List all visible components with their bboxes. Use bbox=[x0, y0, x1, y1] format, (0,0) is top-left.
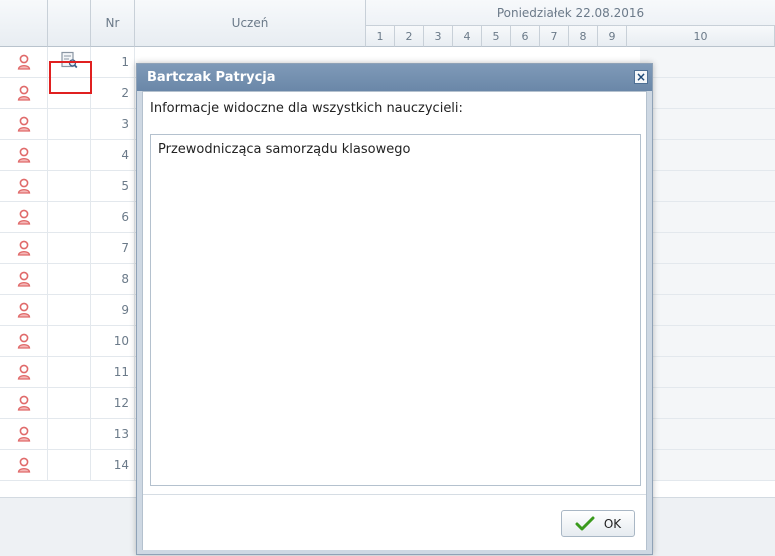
student-icon-cell bbox=[0, 202, 48, 232]
student-icon-cell bbox=[0, 171, 48, 201]
checkmark-icon bbox=[575, 516, 595, 530]
row-number: 9 bbox=[91, 295, 135, 325]
person-icon[interactable] bbox=[17, 85, 31, 101]
lesson-cells bbox=[640, 47, 775, 77]
lesson-header-3: 3 bbox=[424, 26, 453, 47]
person-icon[interactable] bbox=[17, 333, 31, 349]
lesson-cells bbox=[640, 295, 775, 325]
header-nr: Nr bbox=[91, 0, 135, 47]
info-cell bbox=[48, 233, 91, 263]
person-icon[interactable] bbox=[17, 147, 31, 163]
row-number: 8 bbox=[91, 264, 135, 294]
header-info-column bbox=[48, 0, 91, 47]
row-number: 11 bbox=[91, 357, 135, 387]
student-info-dialog: Bartczak Patrycja × Informacje widoczne … bbox=[136, 63, 653, 555]
lesson-header-7: 7 bbox=[540, 26, 569, 47]
day-header-label: Poniedziałek 22.08.2016 bbox=[496, 5, 645, 20]
row-number: 10 bbox=[91, 326, 135, 356]
header-icon-column bbox=[0, 0, 48, 47]
lesson-cells bbox=[640, 233, 775, 263]
student-icon-cell bbox=[0, 140, 48, 170]
dialog-title-bar[interactable]: Bartczak Patrycja × bbox=[137, 64, 652, 91]
person-icon[interactable] bbox=[17, 209, 31, 225]
person-icon[interactable] bbox=[17, 395, 31, 411]
student-icon-cell bbox=[0, 109, 48, 139]
student-icon-cell bbox=[0, 357, 48, 387]
lesson-cells bbox=[640, 326, 775, 356]
row-number: 14 bbox=[91, 450, 135, 480]
lesson-cells bbox=[640, 450, 775, 480]
student-icon-cell bbox=[0, 419, 48, 449]
lesson-header-8: 8 bbox=[569, 26, 598, 47]
day-header: Poniedziałek 22.08.2016 bbox=[366, 0, 775, 26]
header-nr-label: Nr bbox=[105, 16, 120, 30]
dialog-footer: OK bbox=[143, 494, 646, 550]
lesson-cells bbox=[640, 202, 775, 232]
lesson-header-6: 6 bbox=[511, 26, 540, 47]
person-icon[interactable] bbox=[17, 426, 31, 442]
student-icon-cell bbox=[0, 233, 48, 263]
ok-button-label: OK bbox=[603, 516, 622, 531]
header-student: Uczeń bbox=[135, 0, 366, 47]
lesson-header-4: 4 bbox=[453, 26, 482, 47]
person-icon[interactable] bbox=[17, 271, 31, 287]
row-number: 7 bbox=[91, 233, 135, 263]
lesson-header-10: 10 bbox=[627, 26, 775, 47]
info-cell bbox=[48, 202, 91, 232]
info-cell bbox=[48, 419, 91, 449]
person-icon[interactable] bbox=[17, 240, 31, 256]
dialog-body: Informacje widoczne dla wszystkich naucz… bbox=[142, 91, 647, 550]
info-cell bbox=[48, 450, 91, 480]
info-cell bbox=[48, 357, 91, 387]
row-number: 4 bbox=[91, 140, 135, 170]
dialog-info-label: Informacje widoczne dla wszystkich naucz… bbox=[150, 101, 463, 116]
row-number: 13 bbox=[91, 419, 135, 449]
person-icon[interactable] bbox=[17, 364, 31, 380]
student-icon-cell bbox=[0, 295, 48, 325]
dialog-title: Bartczak Patrycja bbox=[147, 70, 276, 85]
row-number: 12 bbox=[91, 388, 135, 418]
dialog-info-text[interactable]: Przewodnicząca samorządu klasowego bbox=[150, 134, 641, 486]
person-icon[interactable] bbox=[17, 116, 31, 132]
lesson-cells bbox=[640, 171, 775, 201]
close-icon[interactable]: × bbox=[634, 70, 648, 84]
row-number: 3 bbox=[91, 109, 135, 139]
info-cell bbox=[48, 388, 91, 418]
person-icon[interactable] bbox=[17, 178, 31, 194]
student-icon-cell bbox=[0, 388, 48, 418]
row-number: 1 bbox=[91, 47, 135, 77]
lesson-header-1: 1 bbox=[366, 26, 395, 47]
info-cell bbox=[48, 295, 91, 325]
info-cell bbox=[48, 171, 91, 201]
lesson-cells bbox=[640, 78, 775, 108]
info-cell bbox=[48, 140, 91, 170]
lesson-cells bbox=[640, 140, 775, 170]
lesson-header-9: 9 bbox=[598, 26, 627, 47]
row-number: 6 bbox=[91, 202, 135, 232]
student-icon-cell bbox=[0, 78, 48, 108]
lesson-cells bbox=[640, 388, 775, 418]
lesson-header-2: 2 bbox=[395, 26, 424, 47]
info-cell bbox=[48, 326, 91, 356]
row-number: 2 bbox=[91, 78, 135, 108]
info-cell bbox=[48, 109, 91, 139]
lesson-cells bbox=[640, 264, 775, 294]
ok-button[interactable]: OK bbox=[561, 510, 635, 537]
info-cell bbox=[48, 264, 91, 294]
student-icon-cell bbox=[0, 47, 48, 77]
student-icon-cell bbox=[0, 450, 48, 480]
person-icon[interactable] bbox=[17, 54, 31, 70]
info-icon-highlight bbox=[49, 61, 92, 94]
person-icon[interactable] bbox=[17, 302, 31, 318]
row-number: 5 bbox=[91, 171, 135, 201]
lesson-cells bbox=[640, 419, 775, 449]
lesson-cells bbox=[640, 357, 775, 387]
lesson-cells bbox=[640, 109, 775, 139]
lesson-header-5: 5 bbox=[482, 26, 511, 47]
header-student-label: Uczeń bbox=[231, 16, 269, 30]
student-icon-cell bbox=[0, 264, 48, 294]
person-icon[interactable] bbox=[17, 457, 31, 473]
student-icon-cell bbox=[0, 326, 48, 356]
